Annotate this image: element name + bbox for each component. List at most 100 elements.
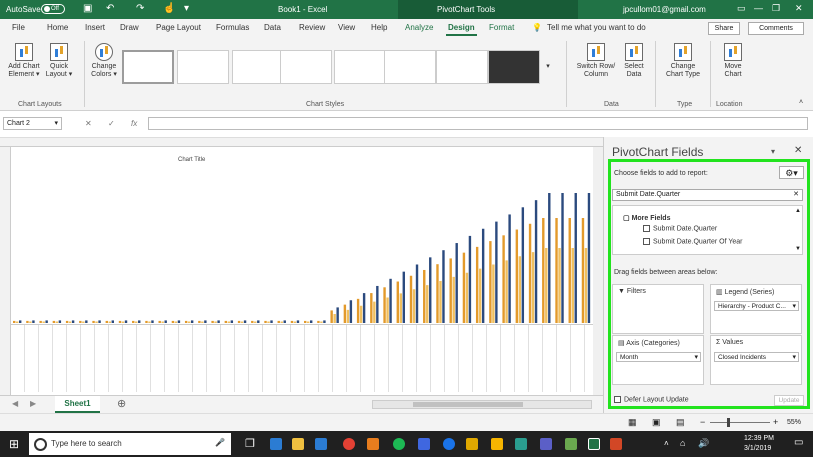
next-sheet-icon[interactable]: ▶: [30, 399, 36, 408]
app-icon-orange[interactable]: [367, 438, 379, 450]
clock-date[interactable]: 3/1/2019: [744, 445, 771, 452]
tab-file[interactable]: File: [12, 23, 25, 32]
spotify-icon[interactable]: [393, 438, 405, 450]
customize-quick-access-icon[interactable]: ▾: [184, 3, 189, 14]
chart-style-4[interactable]: [280, 50, 332, 84]
page-layout-view-icon[interactable]: ▣: [652, 417, 661, 428]
legend-area[interactable]: ▥ Legend (Series) Hierarchy - Product C.…: [710, 284, 802, 334]
tab-data[interactable]: Data: [264, 23, 281, 32]
zoom-slider[interactable]: [710, 422, 770, 423]
close-pane-icon[interactable]: ✕: [794, 145, 802, 156]
restore-icon[interactable]: ❐: [772, 3, 780, 14]
zoom-out-icon[interactable]: −: [700, 417, 705, 427]
horizontal-scroll-thumb[interactable]: [413, 402, 523, 407]
comments-button[interactable]: Comments: [748, 22, 804, 35]
field-checkbox[interactable]: [643, 225, 650, 232]
chart-style-3[interactable]: [232, 50, 284, 84]
edge-icon[interactable]: [270, 438, 282, 450]
list-scroll-down-icon[interactable]: ▼: [795, 246, 801, 252]
task-view-icon[interactable]: ❐: [245, 437, 255, 450]
sheet-tab-sheet1[interactable]: Sheet1: [55, 396, 100, 413]
list-scroll-up-icon[interactable]: ▲: [795, 208, 801, 214]
field-checkbox[interactable]: [643, 238, 650, 245]
taskbar-search-input[interactable]: Type here to search 🎤: [29, 433, 231, 455]
more-fields-group[interactable]: ▢ More Fields: [623, 214, 670, 222]
name-box[interactable]: Chart 2 ▾: [3, 117, 62, 130]
app-icon-yellow[interactable]: [466, 438, 478, 450]
tab-draw[interactable]: Draw: [120, 23, 139, 32]
select-data-button[interactable]: Select Data: [619, 43, 649, 79]
prev-sheet-icon[interactable]: ◀: [12, 399, 18, 408]
chart-style-6[interactable]: [384, 50, 436, 84]
file-explorer-icon[interactable]: [292, 438, 304, 450]
app-icon-purple[interactable]: [540, 438, 552, 450]
skype-icon[interactable]: [443, 438, 455, 450]
tab-review[interactable]: Review: [299, 23, 325, 32]
tab-view[interactable]: View: [338, 23, 355, 32]
worksheet-grid[interactable]: Chart Title: [0, 137, 603, 395]
field-item-quarter-of-year[interactable]: Submit Date.Quarter Of Year: [643, 238, 743, 245]
windows-start-icon[interactable]: ⊞: [9, 437, 19, 451]
tell-me-search[interactable]: Tell me what you want to do: [547, 23, 646, 32]
clear-search-icon[interactable]: ✕: [793, 190, 799, 198]
zoom-level[interactable]: 55%: [787, 419, 801, 426]
tab-home[interactable]: Home: [47, 23, 68, 32]
field-search-input[interactable]: Submit Date.Quarter ✕: [612, 189, 803, 201]
microphone-icon[interactable]: 🎤: [215, 438, 225, 447]
tab-formulas[interactable]: Formulas: [216, 23, 249, 32]
normal-view-icon[interactable]: ▦: [628, 417, 637, 428]
chart-style-1[interactable]: [122, 50, 174, 84]
enter-icon[interactable]: ✓: [108, 119, 115, 128]
insert-function-icon[interactable]: fx: [131, 119, 137, 128]
defer-checkbox[interactable]: [614, 396, 621, 403]
add-chart-element-button[interactable]: Add Chart Element ▾: [5, 43, 43, 79]
mail-icon[interactable]: [315, 438, 327, 450]
app-icon-gold[interactable]: [491, 438, 503, 450]
share-button[interactable]: Share: [708, 22, 740, 35]
change-chart-type-button[interactable]: Change Chart Type: [660, 43, 706, 79]
chart-style-5[interactable]: [334, 50, 386, 84]
undo-icon[interactable]: ↶: [106, 3, 114, 14]
zoom-in-icon[interactable]: +: [773, 417, 778, 427]
switch-row-column-button[interactable]: Switch Row/ Column: [573, 43, 619, 79]
legend-field-chip[interactable]: Hierarchy - Product C...: [714, 301, 799, 311]
tab-format[interactable]: Format: [489, 23, 514, 32]
notifications-icon[interactable]: ▭: [794, 437, 803, 448]
quick-layout-button[interactable]: Quick Layout ▾: [43, 43, 75, 79]
chrome-icon[interactable]: [343, 438, 355, 450]
field-settings-gear-icon[interactable]: ⚙▾: [779, 166, 804, 179]
network-icon[interactable]: ⌂: [680, 438, 685, 448]
clock-time[interactable]: 12:39 PM: [744, 435, 774, 442]
chart-style-2[interactable]: [177, 50, 229, 84]
field-item-quarter[interactable]: Submit Date.Quarter: [643, 225, 717, 232]
close-window-icon[interactable]: ✕: [795, 3, 803, 14]
zoom-slider-thumb[interactable]: [727, 418, 730, 427]
tab-insert[interactable]: Insert: [85, 23, 105, 32]
save-icon[interactable]: ▣: [83, 3, 92, 14]
touch-mode-icon[interactable]: ☝: [163, 3, 175, 14]
collapse-ribbon-icon[interactable]: ˄: [796, 99, 806, 107]
tab-help[interactable]: Help: [371, 23, 387, 32]
update-button[interactable]: Update: [774, 395, 804, 406]
move-chart-button[interactable]: Move Chart: [716, 43, 750, 79]
ribbon-display-options-icon[interactable]: ▭: [737, 3, 746, 14]
cancel-icon[interactable]: ✕: [85, 119, 92, 128]
values-field-chip[interactable]: Closed Incidents: [714, 352, 799, 362]
filters-area[interactable]: ▼ Filters: [612, 284, 704, 334]
pivot-chart[interactable]: [11, 147, 593, 325]
app-icon-teal[interactable]: [515, 438, 527, 450]
defer-layout-update[interactable]: Defer Layout Update: [614, 396, 689, 403]
app-icon-green[interactable]: [565, 438, 577, 450]
page-break-view-icon[interactable]: ▤: [676, 417, 685, 428]
formula-input[interactable]: [148, 117, 808, 130]
add-sheet-icon[interactable]: ⊕: [117, 397, 126, 410]
volume-icon[interactable]: 🔊: [698, 438, 709, 449]
axis-area[interactable]: ▤ Axis (Categories) Month: [612, 335, 704, 385]
chart-style-8[interactable]: [488, 50, 540, 84]
app-icon-blue[interactable]: [418, 438, 430, 450]
redo-icon[interactable]: ↷: [136, 3, 144, 14]
powerpoint-icon[interactable]: [610, 438, 622, 450]
values-area[interactable]: Σ Values Closed Incidents: [710, 335, 802, 385]
autosave-toggle[interactable]: Off: [41, 4, 65, 14]
tab-analyze[interactable]: Analyze: [405, 23, 433, 32]
